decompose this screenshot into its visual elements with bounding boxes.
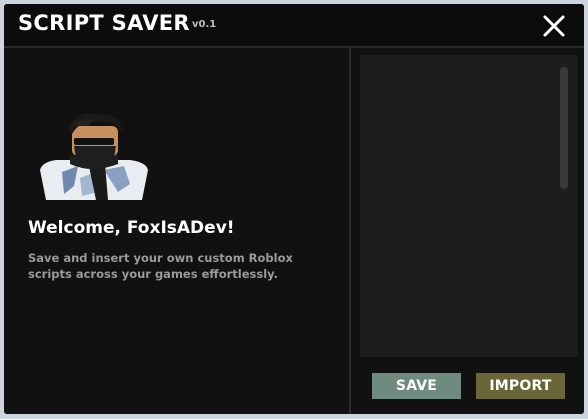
user-avatar-icon — [40, 113, 148, 200]
script-saver-window: SCRIPT SAVER v0.1 Welcome, FoxIsADev! Sa… — [4, 4, 584, 414]
scrollbar-thumb[interactable] — [560, 67, 568, 189]
avatar — [34, 112, 152, 204]
import-button[interactable]: IMPORT — [476, 373, 565, 399]
page: SCRIPT SAVER v0.1 Welcome, FoxIsADev! Sa… — [0, 0, 588, 419]
scrollbar[interactable] — [560, 67, 568, 347]
welcome-description: Save and insert your own custom Roblox s… — [28, 251, 293, 281]
window-title: SCRIPT SAVER — [18, 11, 190, 35]
welcome-heading: Welcome, FoxIsADev! — [28, 218, 235, 238]
script-list[interactable] — [360, 55, 578, 357]
save-button[interactable]: SAVE — [372, 373, 461, 399]
close-icon — [543, 15, 565, 37]
version-label: v0.1 — [192, 19, 217, 30]
scripts-panel: SAVE IMPORT — [351, 48, 584, 414]
title-bar: SCRIPT SAVER v0.1 — [4, 4, 584, 46]
welcome-panel: Welcome, FoxIsADev! Save and insert your… — [4, 48, 348, 414]
close-button[interactable] — [540, 12, 568, 40]
